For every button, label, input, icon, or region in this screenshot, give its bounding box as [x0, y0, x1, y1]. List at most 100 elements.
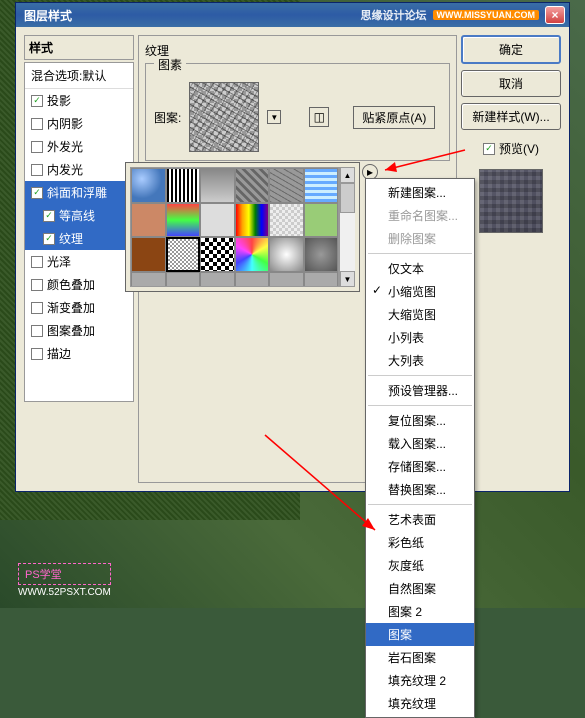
ok-button[interactable]: 确定 — [461, 35, 561, 64]
menu-item[interactable]: 图案 — [366, 623, 474, 646]
close-button[interactable]: × — [545, 6, 565, 24]
menu-item[interactable]: 存储图案... — [366, 455, 474, 478]
blend-options[interactable]: 混合选项:默认 — [25, 63, 133, 89]
style-item[interactable]: 内阴影 — [25, 112, 133, 135]
style-checkbox[interactable] — [31, 302, 43, 314]
pattern-thumb[interactable] — [235, 203, 270, 238]
style-checkbox[interactable] — [31, 187, 43, 199]
pattern-dropdown-button[interactable]: ▼ — [267, 110, 281, 124]
style-checkbox[interactable] — [31, 118, 43, 130]
menu-item[interactable]: 仅文本 — [366, 257, 474, 280]
scroll-up-button[interactable]: ▲ — [340, 167, 355, 183]
menu-item[interactable]: 填充纹理 2 — [366, 669, 474, 692]
pattern-thumb[interactable] — [235, 237, 270, 272]
style-item[interactable]: 颜色叠加 — [25, 273, 133, 296]
pattern-thumb[interactable] — [166, 237, 201, 272]
scroll-thumb[interactable] — [340, 183, 355, 213]
flyout-icon: ▸ — [367, 165, 373, 179]
pattern-swatch[interactable] — [189, 82, 259, 152]
pattern-thumb[interactable] — [269, 237, 304, 272]
style-item[interactable]: 纹理 — [25, 227, 133, 250]
style-label: 光泽 — [47, 253, 71, 270]
watermark-url: WWW.MISSYUAN.COM — [433, 10, 540, 20]
pattern-thumb[interactable] — [304, 272, 339, 288]
scrollbar[interactable]: ▲ ▼ — [339, 167, 355, 287]
menu-item[interactable]: 小缩览图 — [366, 280, 474, 303]
pattern-fieldset: 图素 图案: ▼ ◫ 贴紧原点(A) — [145, 63, 450, 161]
style-checkbox[interactable] — [31, 141, 43, 153]
pattern-thumb[interactable] — [200, 203, 235, 238]
style-label: 图案叠加 — [47, 322, 95, 339]
scroll-track[interactable] — [340, 183, 355, 271]
style-item[interactable]: 图案叠加 — [25, 319, 133, 342]
menu-item[interactable]: 填充纹理 — [366, 692, 474, 715]
pattern-thumb[interactable] — [200, 168, 235, 203]
menu-item[interactable]: 彩色纸 — [366, 531, 474, 554]
pattern-thumb[interactable] — [269, 203, 304, 238]
menu-item[interactable]: 载入图案... — [366, 432, 474, 455]
pattern-thumb[interactable] — [304, 203, 339, 238]
style-item[interactable]: 投影 — [25, 89, 133, 112]
menu-item[interactable]: 替换图案... — [366, 478, 474, 501]
pattern-grid — [130, 167, 339, 287]
style-item[interactable]: 外发光 — [25, 135, 133, 158]
pattern-thumb[interactable] — [131, 237, 166, 272]
pattern-thumb[interactable] — [304, 237, 339, 272]
new-style-button[interactable]: 新建样式(W)... — [461, 103, 561, 130]
section-label: 纹理 — [145, 42, 450, 59]
menu-item[interactable]: 大缩览图 — [366, 303, 474, 326]
style-checkbox[interactable] — [31, 95, 43, 107]
style-checkbox[interactable] — [31, 279, 43, 291]
pattern-thumb[interactable] — [131, 203, 166, 238]
style-item[interactable]: 渐变叠加 — [25, 296, 133, 319]
menu-item[interactable]: 图案 2 — [366, 600, 474, 623]
style-checkbox[interactable] — [43, 210, 55, 222]
snap-origin-button[interactable]: 贴紧原点(A) — [353, 106, 435, 129]
style-label: 内阴影 — [47, 115, 83, 132]
styles-list: 混合选项:默认 投影内阴影外发光内发光斜面和浮雕等高线纹理光泽颜色叠加渐变叠加图… — [24, 62, 134, 402]
style-checkbox[interactable] — [43, 233, 55, 245]
menu-item[interactable]: 岩石图案 — [366, 646, 474, 669]
pattern-thumb[interactable] — [304, 168, 339, 203]
pattern-thumb[interactable] — [166, 203, 201, 238]
preview-thumbnail — [479, 169, 543, 233]
preview-checkbox[interactable] — [483, 143, 495, 155]
style-checkbox[interactable] — [31, 164, 43, 176]
style-item[interactable]: 等高线 — [25, 204, 133, 227]
menu-item[interactable]: 艺术表面 — [366, 508, 474, 531]
new-preset-button[interactable]: ◫ — [309, 107, 329, 127]
menu-item[interactable]: 预设管理器... — [366, 379, 474, 402]
scroll-down-button[interactable]: ▼ — [340, 271, 355, 287]
menu-item[interactable]: 自然图案 — [366, 577, 474, 600]
menu-item[interactable]: 大列表 — [366, 349, 474, 372]
pattern-thumb[interactable] — [131, 272, 166, 288]
pattern-thumb[interactable] — [269, 168, 304, 203]
pattern-thumb[interactable] — [131, 168, 166, 203]
menu-item[interactable]: 小列表 — [366, 326, 474, 349]
pattern-thumb[interactable] — [166, 168, 201, 203]
pattern-thumb[interactable] — [200, 272, 235, 288]
style-item[interactable]: 描边 — [25, 342, 133, 365]
style-item[interactable]: 光泽 — [25, 250, 133, 273]
pattern-thumb[interactable] — [235, 272, 270, 288]
close-icon: × — [551, 8, 558, 22]
pattern-thumb[interactable] — [166, 272, 201, 288]
pattern-thumb[interactable] — [235, 168, 270, 203]
menu-item[interactable]: 新建图案... — [366, 181, 474, 204]
menu-separator — [368, 253, 472, 254]
footer-url: WWW.52PSXT.COM — [18, 587, 111, 598]
menu-item[interactable]: 灰度纸 — [366, 554, 474, 577]
style-checkbox[interactable] — [31, 348, 43, 360]
pattern-picker-popup: ▲ ▼ — [125, 162, 360, 292]
style-checkbox[interactable] — [31, 325, 43, 337]
menu-item[interactable]: 复位图案... — [366, 409, 474, 432]
pattern-thumb[interactable] — [200, 237, 235, 272]
style-label: 描边 — [47, 345, 71, 362]
style-item[interactable]: 内发光 — [25, 158, 133, 181]
menu-item: 删除图案 — [366, 227, 474, 250]
pattern-thumb[interactable] — [269, 272, 304, 288]
style-item[interactable]: 斜面和浮雕 — [25, 181, 133, 204]
titlebar[interactable]: 图层样式 思缘设计论坛 WWW.MISSYUAN.COM × — [16, 3, 569, 27]
cancel-button[interactable]: 取消 — [461, 70, 561, 97]
style-checkbox[interactable] — [31, 256, 43, 268]
